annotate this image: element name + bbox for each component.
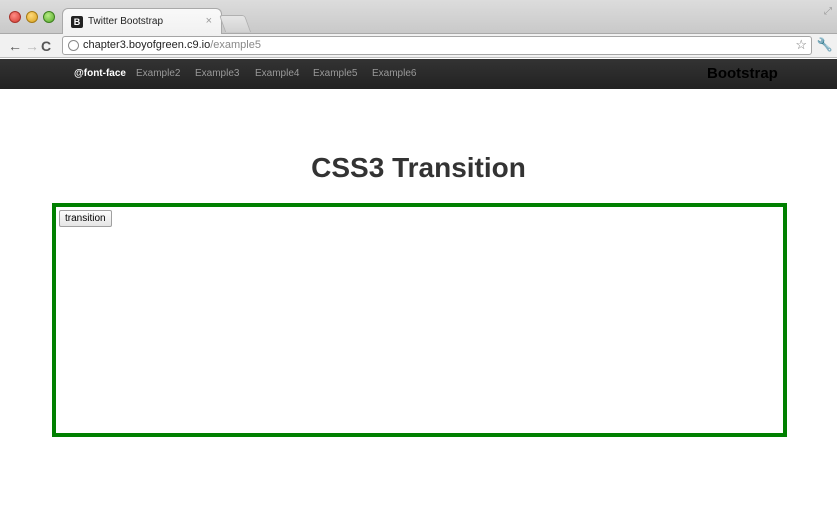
new-tab-button[interactable] [218, 15, 252, 32]
reload-icon[interactable]: C [41, 37, 51, 55]
transition-button[interactable]: transition [59, 210, 112, 227]
address-bar[interactable]: chapter3.boyofgreen.c9.io/example5 ☆ [62, 36, 812, 55]
star-icon[interactable]: ☆ [795, 37, 807, 53]
tab-close-icon[interactable]: × [206, 15, 212, 27]
minimize-window-button[interactable] [26, 11, 38, 23]
tab-title: Twitter Bootstrap [88, 16, 164, 27]
nav-link-example4[interactable]: Example4 [255, 68, 299, 79]
page-icon [68, 40, 79, 51]
nav-link-example5[interactable]: Example5 [313, 68, 357, 79]
tab-strip: B Twitter Bootstrap × ⤢ [0, 0, 837, 35]
fullscreen-icon[interactable]: ⤢ [824, 6, 832, 17]
nav-link-example3[interactable]: Example3 [195, 68, 239, 79]
browser-toolbar: ← → C chapter3.boyofgreen.c9.io/example5… [0, 34, 837, 58]
browser-tab[interactable]: B Twitter Bootstrap × [62, 8, 222, 35]
navbar-brand[interactable]: Bootstrap [707, 65, 778, 82]
transition-box: transition [52, 203, 787, 437]
url-text[interactable]: chapter3.boyofgreen.c9.io/example5 [83, 39, 261, 51]
close-window-button[interactable] [9, 11, 21, 23]
url-host: chapter3.boyofgreen.c9.io [83, 39, 211, 51]
zoom-window-button[interactable] [43, 11, 55, 23]
url-path: /example5 [210, 39, 261, 51]
wrench-icon[interactable]: 🔧 [817, 37, 833, 53]
nav-link-font-face[interactable]: @font-face [74, 68, 126, 79]
nav-link-example6[interactable]: Example6 [372, 68, 416, 79]
bootstrap-favicon-icon: B [71, 16, 83, 28]
browser-window: B Twitter Bootstrap × ⤢ ← → C chapter3.b… [0, 0, 837, 520]
nav-link-example2[interactable]: Example2 [136, 68, 180, 79]
page-title: CSS3 Transition [311, 152, 526, 183]
back-arrow-icon[interactable]: ← [8, 37, 22, 55]
site-navbar: @font-face Example2 Example3 Example4 Ex… [0, 59, 837, 89]
forward-arrow-icon[interactable]: → [25, 37, 39, 55]
